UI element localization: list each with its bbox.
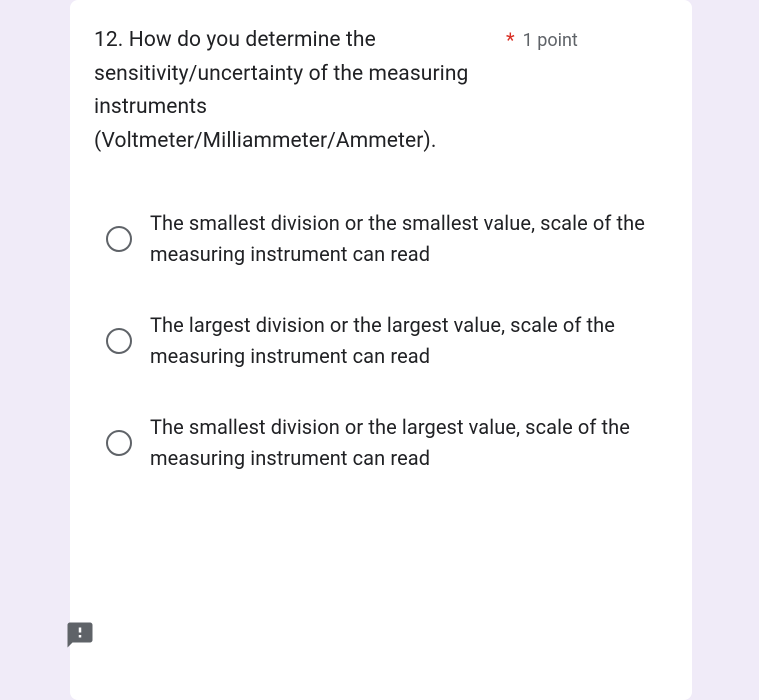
option-row[interactable]: The largest division or the largest valu… (106, 310, 668, 372)
feedback-icon (64, 620, 96, 650)
question-text: 12. How do you determine the sensitivity… (94, 24, 484, 158)
option-row[interactable]: The smallest division or the smallest va… (106, 208, 668, 270)
option-row[interactable]: The smallest division or the largest val… (106, 412, 668, 474)
question-header: 12. How do you determine the sensitivity… (94, 24, 668, 158)
radio-circle-icon[interactable] (106, 226, 132, 252)
points-label: 1 point (523, 24, 578, 58)
required-asterisk: * (506, 24, 515, 56)
option-label: The smallest division or the largest val… (150, 412, 668, 474)
option-label: The smallest division or the smallest va… (150, 208, 668, 270)
radio-circle-icon[interactable] (106, 328, 132, 354)
options-container: The smallest division or the smallest va… (94, 188, 668, 474)
feedback-button[interactable] (62, 619, 98, 651)
form-card: 12. How do you determine the sensitivity… (70, 0, 692, 700)
radio-circle-icon[interactable] (106, 430, 132, 456)
option-label: The largest division or the largest valu… (150, 310, 668, 372)
